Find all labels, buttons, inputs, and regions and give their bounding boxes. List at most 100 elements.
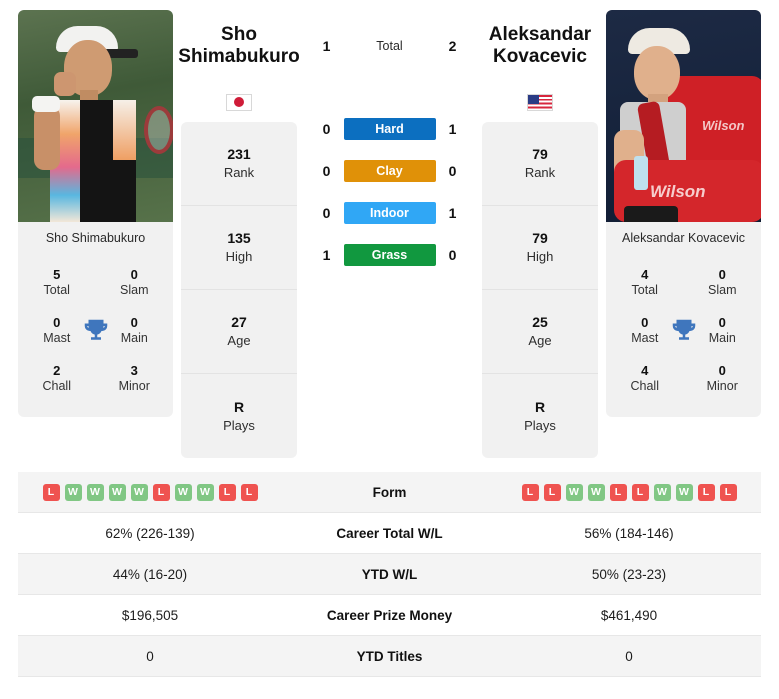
- title-stat: 4 Total: [631, 267, 658, 298]
- form-badge-win: W: [653, 483, 671, 501]
- form-badge-loss: L: [543, 483, 561, 501]
- stat-box: 135 High: [181, 206, 297, 290]
- form-badge-win: W: [130, 483, 148, 501]
- form-badge-win: W: [565, 483, 583, 501]
- left-value: 44% (16-20): [112, 566, 188, 582]
- trophy-icon: [669, 316, 699, 346]
- left-value: 0: [146, 648, 154, 664]
- left-form-badges: LWWWWLWWLL: [42, 483, 258, 501]
- right-value: 0: [625, 648, 633, 664]
- row-label: Career Prize Money: [326, 607, 453, 623]
- form-badge-win: W: [64, 483, 82, 501]
- surface-score-right: 0: [448, 163, 457, 179]
- form-badge-loss: L: [42, 483, 60, 501]
- top-section: Sho Shimabukuro 5 Total 0 Slam 0 Mast 0 …: [0, 0, 779, 458]
- right-value: $461,490: [600, 607, 658, 623]
- title-stat: 4 Chall: [630, 363, 660, 394]
- title-stat: 0 Minor: [706, 363, 738, 394]
- form-badge-win: W: [675, 483, 693, 501]
- form-badge-loss: L: [240, 483, 258, 501]
- right-form-badges: LLWWLLWWLL: [521, 483, 737, 501]
- jp-flag-icon: [226, 93, 252, 111]
- left-player-photo: [18, 10, 173, 222]
- stat-box: 79 High: [482, 206, 598, 290]
- titles-row: 0 Mast 0 Main: [18, 307, 173, 355]
- form-badge-loss: L: [521, 483, 539, 501]
- surface-badge-indoor[interactable]: Indoor: [343, 202, 436, 224]
- form-badge-loss: L: [218, 483, 236, 501]
- form-badge-loss: L: [152, 483, 170, 501]
- form-badge-loss: L: [609, 483, 627, 501]
- form-badge-win: W: [108, 483, 126, 501]
- form-badge-win: W: [587, 483, 605, 501]
- head-to-head-panel: 1 Total 2 0 Hard 1 0 Clay 0 0 Indoor 1 1: [297, 10, 482, 276]
- title-stat: 3 Minor: [118, 363, 150, 394]
- right-player-name-caption: Aleksandar Kovacevic: [606, 222, 761, 255]
- row-label: YTD Titles: [356, 648, 423, 664]
- left-player-name: Sho Shimabukuro: [178, 24, 300, 67]
- surface-badge-hard[interactable]: Hard: [343, 118, 436, 140]
- h2h-total-label: Total: [376, 39, 403, 53]
- surface-score-left: 1: [322, 247, 331, 263]
- right-form-cell: LLWWLLWWLL: [497, 483, 761, 501]
- table-row-form: LWWWWLWWLL Form LLWWLLWWLL: [18, 472, 761, 513]
- surface-score-right: 0: [448, 247, 457, 263]
- surface-score-left: 0: [322, 163, 331, 179]
- stat-box: R Plays: [524, 398, 556, 433]
- title-stat: 5 Total: [43, 267, 70, 298]
- form-badge-win: W: [174, 483, 192, 501]
- titles-row: 0 Mast 0 Main: [606, 307, 761, 355]
- titles-row: 2 Chall 3 Minor: [18, 355, 173, 403]
- left-flag-wrap: [181, 82, 297, 122]
- right-value: 56% (184-146): [584, 525, 674, 541]
- right-flag-wrap: [482, 82, 598, 122]
- title-stat: 0 Slam: [120, 267, 149, 298]
- table-row-prize-money: $196,505 Career Prize Money $461,490: [18, 595, 761, 636]
- row-label: Career Total W/L: [336, 525, 443, 541]
- left-value: $196,505: [121, 607, 179, 623]
- surface-badge-grass[interactable]: Grass: [343, 244, 436, 266]
- titles-row: 4 Total 0 Slam: [606, 259, 761, 307]
- h2h-total-right: 2: [448, 38, 457, 54]
- right-player-name: Aleksandar Kovacevic: [488, 24, 592, 67]
- h2h-surface-row-hard: 0 Hard 1: [297, 108, 482, 150]
- left-stats-column: Sho Shimabukuro 231 Rank 135 High 27 Age: [178, 10, 300, 458]
- right-stats-column: Aleksandar Kovacevic 79 Rank 79 High 25 …: [482, 10, 598, 458]
- form-badge-win: W: [86, 483, 104, 501]
- right-titles-card: 4 Total 0 Slam 0 Mast 0 Main 4 Chall 0 M…: [606, 255, 761, 417]
- form-badge-win: W: [196, 483, 214, 501]
- stat-box: 79 Rank: [482, 122, 598, 206]
- left-player-name-caption: Sho Shimabukuro: [18, 222, 173, 255]
- left-value: 62% (226-139): [105, 525, 195, 541]
- h2h-surface-row-grass: 1 Grass 0: [297, 234, 482, 276]
- table-row-career-wl: 62% (226-139) Career Total W/L 56% (184-…: [18, 513, 761, 554]
- titles-row: 4 Chall 0 Minor: [606, 355, 761, 403]
- form-badge-loss: L: [697, 483, 715, 501]
- h2h-total-left: 1: [322, 38, 331, 54]
- stat-box: 231 Rank: [181, 122, 297, 206]
- surface-score-left: 0: [322, 121, 331, 137]
- stat-box: 27 Age: [181, 290, 297, 374]
- form-badge-loss: L: [631, 483, 649, 501]
- left-form-cell: LWWWWLWWLL: [18, 483, 282, 501]
- left-stat-card: 231 Rank 135 High 27 Age R Plays: [181, 122, 297, 458]
- titles-row: 5 Total 0 Slam: [18, 259, 173, 307]
- left-player-column: Sho Shimabukuro 5 Total 0 Slam 0 Mast 0 …: [18, 10, 173, 417]
- form-badge-loss: L: [719, 483, 737, 501]
- h2h-surface-row-clay: 0 Clay 0: [297, 150, 482, 192]
- title-stat: 0 Slam: [708, 267, 737, 298]
- trophy-icon: [81, 316, 111, 346]
- title-stat: 2 Chall: [42, 363, 72, 394]
- row-label: YTD W/L: [361, 566, 418, 582]
- h2h-surface-row-indoor: 0 Indoor 1: [297, 192, 482, 234]
- surface-score-right: 1: [448, 121, 457, 137]
- table-row-ytd-titles: 0 YTD Titles 0: [18, 636, 761, 677]
- surface-badge-clay[interactable]: Clay: [343, 160, 436, 182]
- h2h-page: Sho Shimabukuro 5 Total 0 Slam 0 Mast 0 …: [0, 0, 779, 699]
- right-player-column: Wilson Wilson Aleksandar Kovacevic 4 Tot…: [606, 10, 761, 417]
- stat-box: 25 Age: [482, 290, 598, 374]
- right-stat-card: 79 Rank 79 High 25 Age R Plays: [482, 122, 598, 458]
- right-value: 50% (23-23): [591, 566, 667, 582]
- left-titles-card: 5 Total 0 Slam 0 Mast 0 Main 2 Chall 3 M…: [18, 255, 173, 417]
- right-player-photo: Wilson Wilson: [606, 10, 761, 222]
